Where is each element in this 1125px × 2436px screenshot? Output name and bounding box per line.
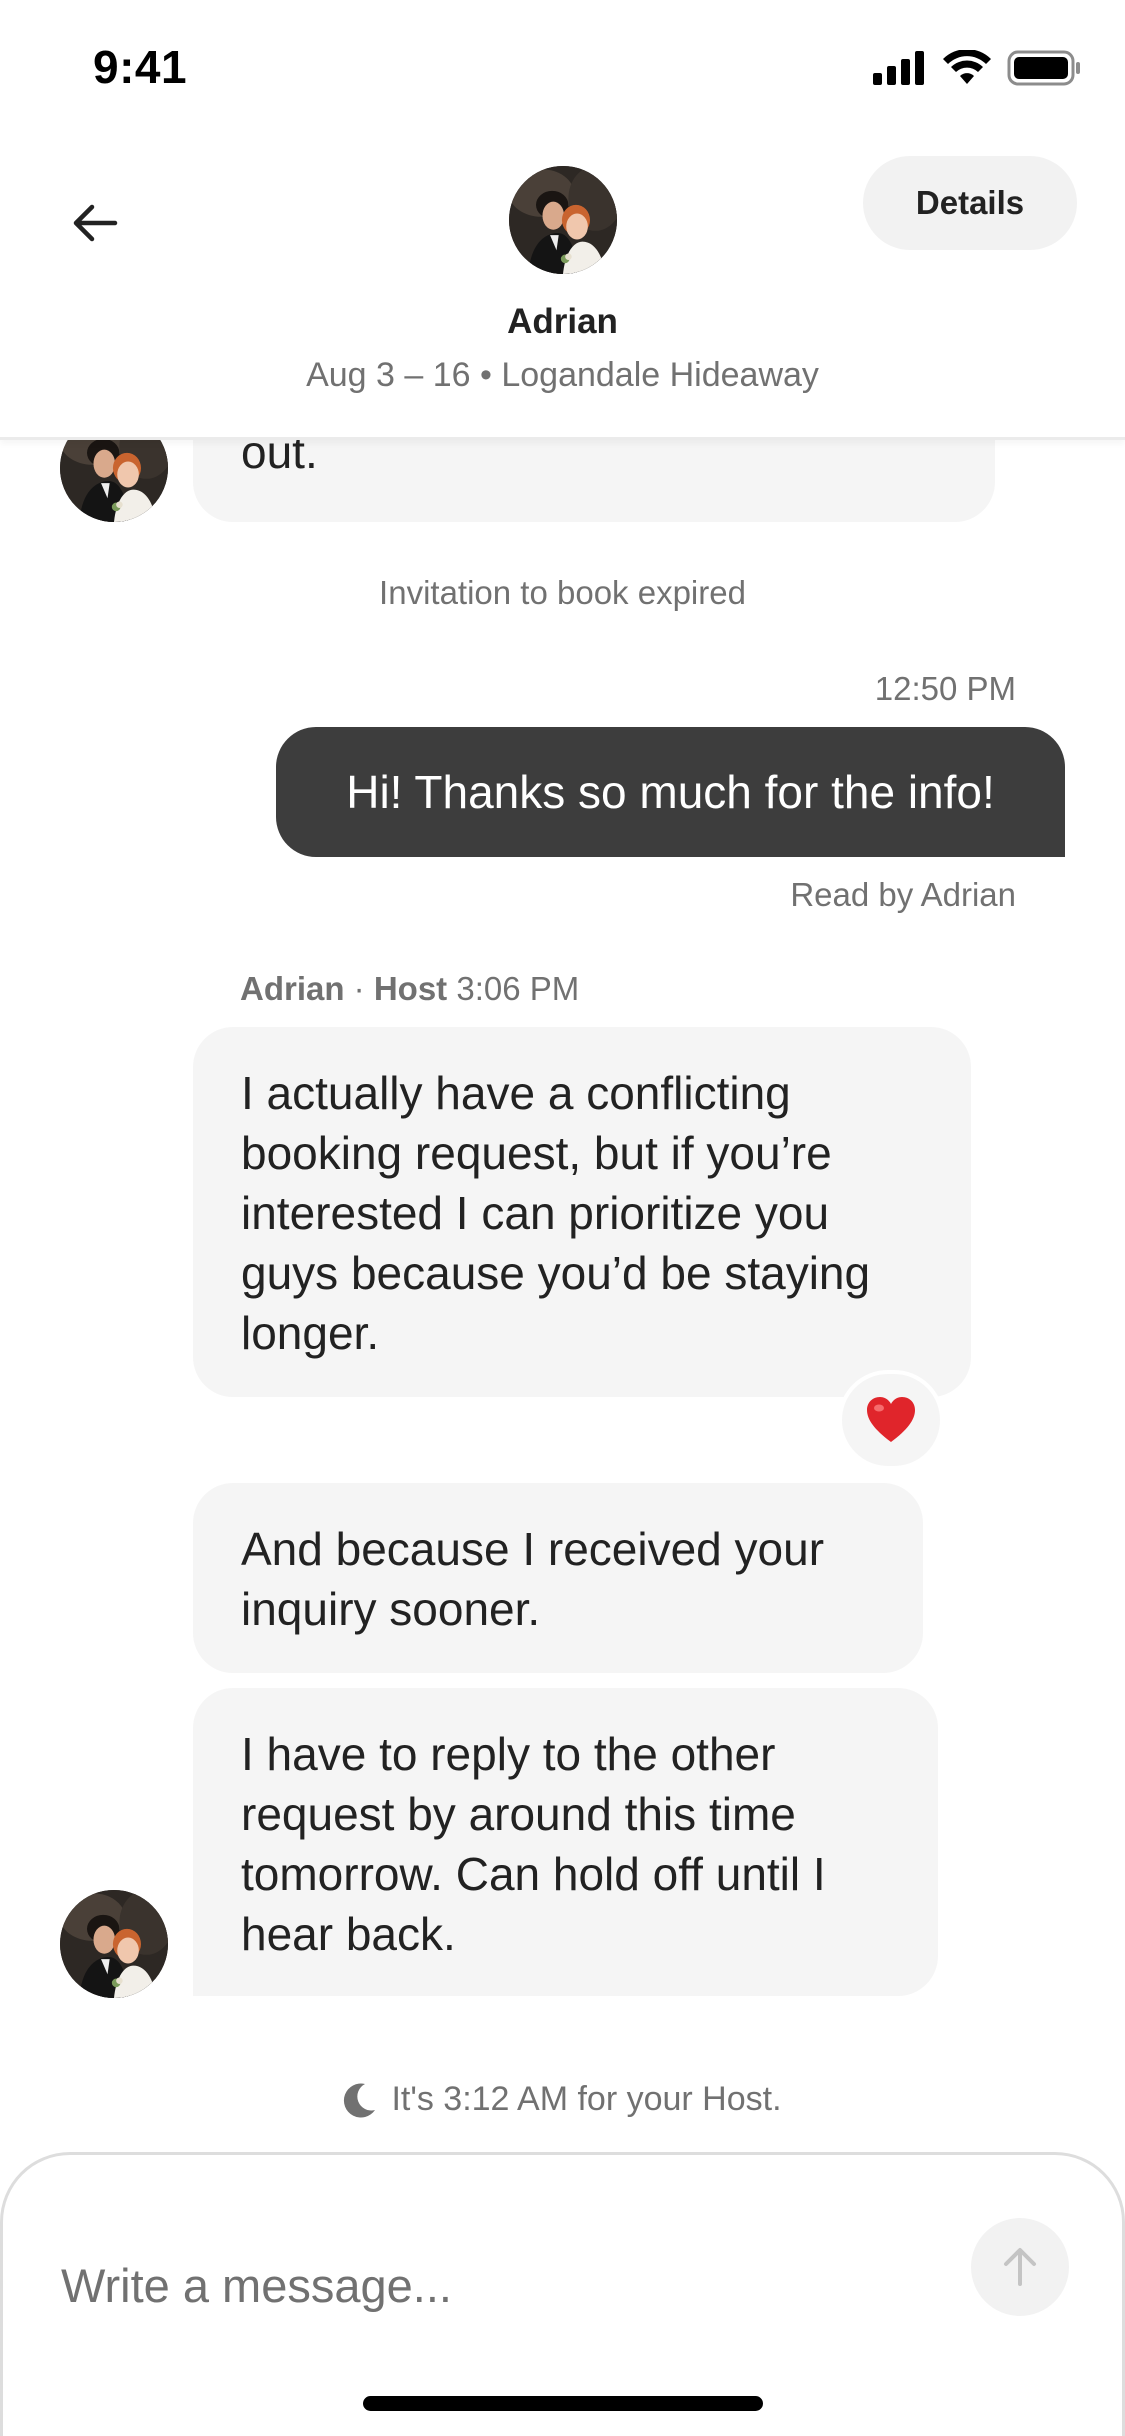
send-button[interactable] xyxy=(971,2218,1069,2316)
sender-role: Host xyxy=(373,970,448,1007)
heart-reaction[interactable] xyxy=(838,1370,944,1470)
host-local-time-note: It's 3:12 AM for your Host. xyxy=(0,2080,1125,2119)
message-line: longer. xyxy=(241,1307,380,1359)
message-line: interested I can prioritize you xyxy=(241,1187,830,1239)
message-line: I have to reply to the other xyxy=(241,1728,776,1780)
arrow-up-icon xyxy=(1004,2248,1036,2286)
guest-message-bubble: Hi! Thanks so much for the info! xyxy=(276,727,1065,857)
sender-line: Adrian · Host 3:06 PM xyxy=(240,970,579,1008)
cellular-signal-icon xyxy=(873,51,924,85)
host-message-bubble: I have to reply to the other request by … xyxy=(193,1688,938,1996)
message-line: I actually have a conflicting xyxy=(241,1067,791,1119)
status-icons xyxy=(873,48,1081,88)
battery-icon xyxy=(1007,50,1080,86)
host-avatar[interactable] xyxy=(509,166,617,274)
back-button[interactable] xyxy=(62,190,128,256)
details-button[interactable]: Details xyxy=(863,156,1077,250)
message-line: inquiry sooner. xyxy=(241,1583,541,1635)
message-line: hear back. xyxy=(241,1908,456,1960)
heart-icon xyxy=(867,1397,915,1442)
host-name: Adrian xyxy=(507,302,618,341)
host-message-bubble: And because I received your inquiry soon… xyxy=(193,1483,923,1673)
conversation-header: Details Adrian Aug 3 – 16 • Logandale Hi… xyxy=(0,140,1125,440)
moon-icon xyxy=(344,2082,376,2117)
host-local-time-text: It's 3:12 AM for your Host. xyxy=(391,2080,782,2118)
message-line: guys because you’d be staying xyxy=(241,1247,871,1299)
invitation-expired-note: Invitation to book expired xyxy=(379,574,746,611)
message-line: And because I received your xyxy=(241,1523,825,1575)
arrow-left-icon xyxy=(73,204,118,242)
message-input[interactable] xyxy=(61,2225,921,2345)
sender-separator: · xyxy=(344,970,374,1007)
home-indicator xyxy=(363,2396,763,2411)
message-line: request by around this time xyxy=(241,1788,796,1840)
host-avatar-small[interactable] xyxy=(60,1890,168,1998)
wifi-icon xyxy=(943,50,991,84)
status-time: 9:41 xyxy=(93,41,188,93)
message-composer xyxy=(0,2152,1125,2436)
message-line: booking request, but if you’re xyxy=(241,1127,832,1179)
read-receipt: Read by Adrian xyxy=(790,876,1016,913)
host-message-bubble: I actually have a conflicting booking re… xyxy=(193,1027,971,1397)
sender-time: 3:06 PM xyxy=(456,970,580,1007)
trip-summary: Aug 3 – 16 • Logandale Hideaway xyxy=(306,356,819,394)
message-timestamp: 12:50 PM xyxy=(874,670,1016,707)
status-bar: 9:41 xyxy=(0,0,1125,140)
sender-name: Adrian xyxy=(240,970,345,1007)
message-line: tomorrow. Can hold off until I xyxy=(241,1848,826,1900)
